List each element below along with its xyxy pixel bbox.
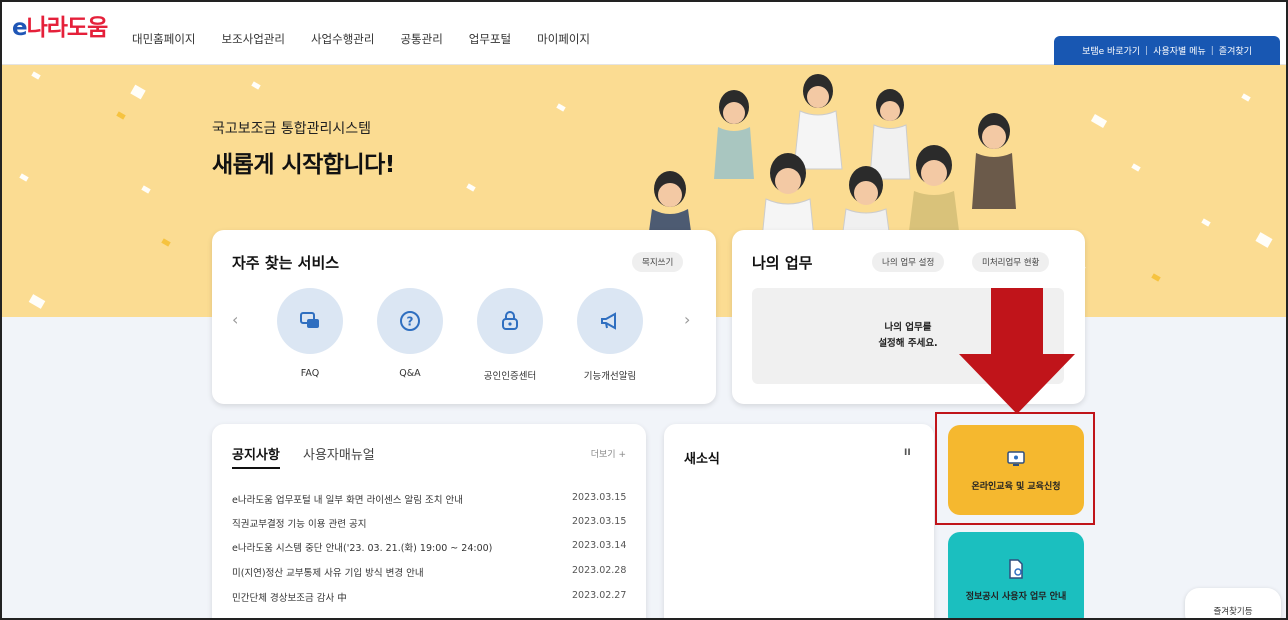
my-work-title: 나의 업무 xyxy=(752,254,813,272)
notice-title[interactable]: 미(지연)정산 교부통제 사유 기입 방식 변경 안내 xyxy=(232,565,424,579)
site-logo[interactable]: e나라도움 xyxy=(12,8,109,42)
my-work-settings-button[interactable]: 나의 업무 설정 xyxy=(872,252,945,272)
disclosure-guide-label[interactable]: 정보공시 사용자 업무 안내 xyxy=(966,589,1066,602)
highlight-box xyxy=(935,412,1095,525)
service-item-improvement[interactable]: 기능개선알림 xyxy=(565,288,655,382)
notice-card: 공지사항 사용자매뉴얼 더보기 + e나라도움 업무포털 내 일부 화면 라이센… xyxy=(212,424,646,618)
confetti xyxy=(556,103,566,112)
more-link[interactable]: 더보기 + xyxy=(591,447,626,460)
frequent-services-title: 자주 찾는 서비스 xyxy=(232,254,340,272)
confetti xyxy=(28,294,46,309)
divider: | xyxy=(1145,45,1149,56)
megaphone-icon[interactable] xyxy=(577,288,643,354)
chat-icon[interactable] xyxy=(277,288,343,354)
service-label[interactable]: 공인인증센터 xyxy=(465,368,555,382)
confetti xyxy=(19,173,29,182)
nav-item-subsidy-management[interactable]: 보조사업관리 xyxy=(221,31,284,47)
botame-link[interactable]: 보탬e 바로가기 xyxy=(1082,44,1140,57)
confetti xyxy=(161,238,171,247)
quick-links-bar: 보탬e 바로가기 | 사용자별 메뉴 | 즐겨찾기 xyxy=(1054,36,1280,65)
tab-user-manual[interactable]: 사용자매뉴얼 xyxy=(303,444,375,463)
people-illustration xyxy=(648,74,1016,239)
confetti xyxy=(1131,163,1141,172)
confetti xyxy=(1255,232,1273,248)
news-card: 새소식 II xyxy=(664,424,934,618)
notice-date: 2023.02.27 xyxy=(572,590,627,601)
confetti xyxy=(1241,93,1251,102)
notice-title[interactable]: e나라도움 시스템 중단 안내('23. 03. 21.(화) 19:00 ~ … xyxy=(232,540,492,554)
service-label[interactable]: 기능개선알림 xyxy=(565,368,655,382)
service-label[interactable]: Q&A xyxy=(365,368,455,379)
confetti xyxy=(130,84,146,100)
person xyxy=(908,145,960,239)
pause-icon[interactable]: II xyxy=(904,448,911,458)
down-arrow-icon xyxy=(959,288,1075,414)
svg-text:?: ? xyxy=(407,315,414,329)
notice-date: 2023.03.15 xyxy=(572,492,627,503)
news-title: 새소식 xyxy=(684,452,720,467)
favorites-floating-button[interactable]: 즐겨찾기등 xyxy=(1185,588,1281,618)
nav-item-project-execution[interactable]: 사업수행관리 xyxy=(311,31,374,47)
person xyxy=(972,113,1016,209)
nav-item-common-management[interactable]: 공통관리 xyxy=(400,31,442,47)
notice-date: 2023.02.28 xyxy=(572,565,627,576)
nav-item-mypage[interactable]: 마이페이지 xyxy=(537,31,590,47)
hero-title: 새롭게 시작합니다! xyxy=(212,152,395,178)
page: e나라도움 대민홈페이지 보조사업관리 사업수행관리 공통관리 업무포털 마이페… xyxy=(0,0,1288,620)
confetti xyxy=(1201,218,1211,227)
service-item-qna[interactable]: ? Q&A xyxy=(365,288,455,379)
nav-item-public-home[interactable]: 대민홈페이지 xyxy=(132,31,195,47)
confetti xyxy=(31,71,41,80)
hero-subtitle: 국고보조금 통합관리시스템 xyxy=(212,121,372,137)
logo-e: e xyxy=(12,15,28,41)
top-header: e나라도움 대민홈페이지 보조사업관리 사업수행관리 공통관리 업무포털 마이페… xyxy=(2,2,1286,65)
confetti xyxy=(1151,273,1161,282)
nav-item-work-portal[interactable]: 업무포털 xyxy=(469,31,511,47)
edit-services-button[interactable]: 목지쓰기 xyxy=(632,252,684,272)
frequent-services-card: 자주 찾는 서비스 목지쓰기 ‹ FAQ ? Q&A 공인인증센터 기능개선알림 xyxy=(212,230,716,404)
document-icon xyxy=(1009,558,1023,579)
notice-date: 2023.03.14 xyxy=(572,540,627,551)
lock-icon[interactable] xyxy=(477,288,543,354)
logo-text: 나라도움 xyxy=(26,15,109,41)
empty-line-2: 설정해 주세요. xyxy=(878,338,938,349)
service-item-certificate[interactable]: 공인인증센터 xyxy=(465,288,555,382)
person xyxy=(793,74,843,170)
person xyxy=(869,89,911,180)
notice-title[interactable]: e나라도움 업무포털 내 일부 화면 라이센스 알림 조치 안내 xyxy=(232,492,463,506)
disclosure-guide-button[interactable]: 정보공시 사용자 업무 안내 xyxy=(948,532,1084,618)
person xyxy=(648,171,692,239)
prev-arrow-icon[interactable]: ‹ xyxy=(232,310,238,329)
service-label[interactable]: FAQ xyxy=(265,368,355,379)
tab-notices[interactable]: 공지사항 xyxy=(232,444,280,469)
notice-title[interactable]: 직권교부결정 기능 이용 관련 공지 xyxy=(232,516,366,530)
confetti xyxy=(466,183,476,192)
service-item-faq[interactable]: FAQ xyxy=(265,288,355,379)
notice-title[interactable]: 민간단체 경상보조금 감사 中 xyxy=(232,590,347,604)
confetti xyxy=(116,111,126,120)
confetti xyxy=(1090,114,1108,128)
next-arrow-icon[interactable]: › xyxy=(684,310,690,329)
pending-work-button[interactable]: 미처리업무 현황 xyxy=(972,252,1050,272)
question-icon[interactable]: ? xyxy=(377,288,443,354)
main-nav: 대민홈페이지 보조사업관리 사업수행관리 공통관리 업무포털 마이페이지 xyxy=(132,31,616,47)
confetti xyxy=(141,185,151,194)
divider: | xyxy=(1210,45,1214,56)
favorites-link[interactable]: 즐겨찾기 xyxy=(1219,44,1252,57)
notice-date: 2023.03.15 xyxy=(572,516,627,527)
confetti xyxy=(251,81,261,90)
person xyxy=(714,90,754,179)
user-menu-link[interactable]: 사용자별 메뉴 xyxy=(1153,44,1206,57)
empty-line-1: 나의 업무를 xyxy=(884,322,932,333)
